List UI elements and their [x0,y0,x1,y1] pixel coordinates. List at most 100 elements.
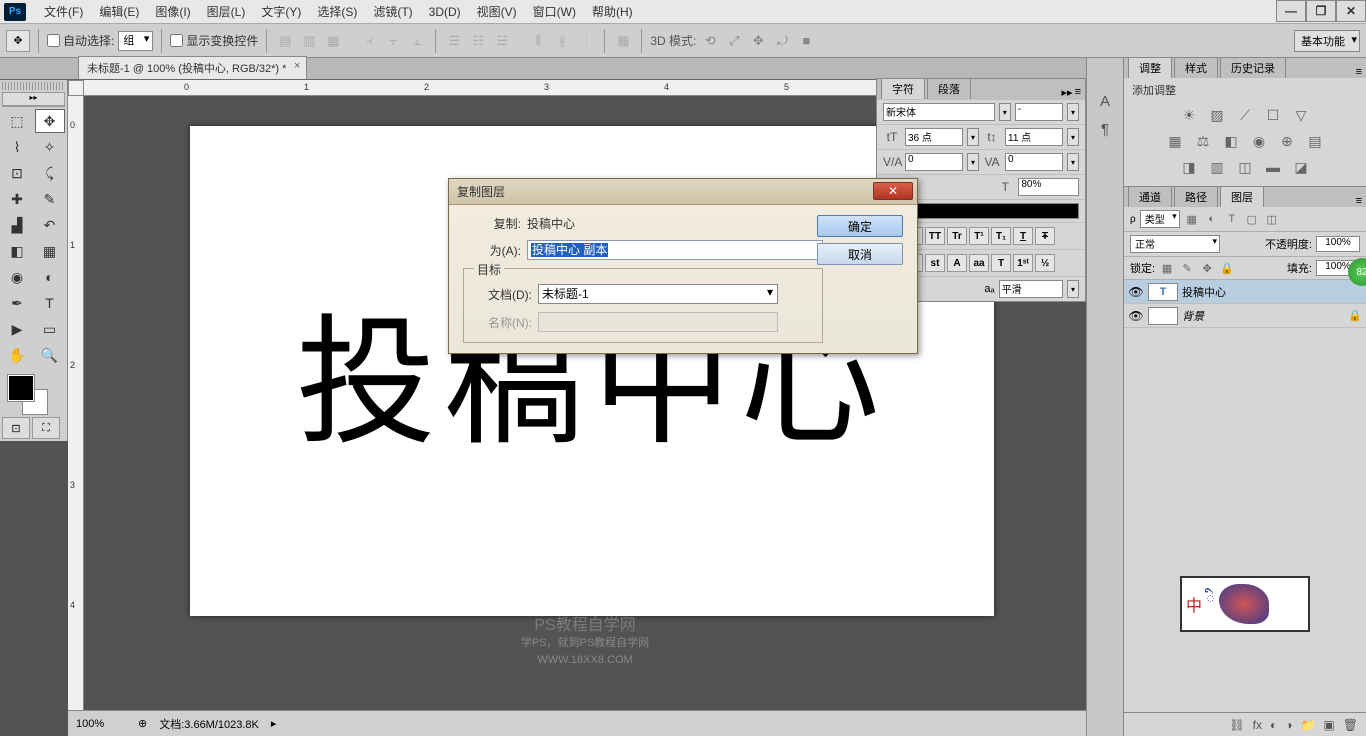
eyedropper-tool[interactable]: ⤹ [35,161,65,185]
brush-tool[interactable]: ✎ [35,187,65,211]
levels-icon[interactable]: ▨ [1207,106,1227,124]
lookup-icon[interactable]: ▤ [1305,132,1325,150]
brightness-icon[interactable]: ☀ [1179,106,1199,124]
layer-name[interactable]: 背景 [1182,308,1204,324]
screenmode-icon[interactable]: ⛶ [32,417,60,439]
tab-character[interactable]: 字符 [881,78,925,99]
workspace-select[interactable]: 基本功能 [1294,30,1360,52]
tab-history[interactable]: 历史记录 [1220,57,1286,78]
mode3d-icon[interactable]: ■ [796,31,816,51]
balance-icon[interactable]: ⚖ [1193,132,1213,150]
tab-layers[interactable]: 图层 [1220,186,1264,207]
layer-thumb[interactable]: T [1148,283,1178,301]
menu-type[interactable]: 文字(Y) [253,0,309,23]
threshold-icon[interactable]: ◫ [1235,158,1255,176]
hand-tool[interactable]: ✋ [2,343,32,367]
ot-titl-btn[interactable]: T [991,254,1011,272]
menu-help[interactable]: 帮助(H) [584,0,641,23]
doc-select[interactable]: 未标题-1 [538,284,778,304]
dropdown-icon[interactable]: ▾ [1067,153,1079,171]
menu-select[interactable]: 选择(S) [309,0,365,23]
curves-icon[interactable]: ⟋ [1235,106,1255,124]
layer-item[interactable]: 👁 背景 🔒 [1124,304,1366,328]
dialog-title[interactable]: 复制图层 ✕ [449,179,917,205]
document-tab[interactable]: 未标题-1 @ 100% (投稿中心, RGB/32*) * [78,56,307,79]
font-size-input[interactable]: 36 点 [905,128,963,146]
shape-tool[interactable]: ▭ [35,317,65,341]
tracking-input[interactable]: 0 [1005,153,1063,171]
lock-pos-icon[interactable]: ✥ [1199,260,1215,276]
mode3d-icon[interactable]: ✥ [748,31,768,51]
zoom-tool[interactable]: 🔍 [35,343,65,367]
crop-tool[interactable]: ⊡ [2,161,32,185]
menu-filter[interactable]: 滤镜(T) [365,0,420,23]
text-color-swatch[interactable] [916,203,1079,219]
adjustment-icon[interactable]: ◑ [1285,718,1292,732]
leading-input[interactable]: 11 点 [1005,128,1063,146]
dropdown-icon[interactable]: ▾ [967,153,979,171]
wand-tool[interactable]: ✧ [35,135,65,159]
visibility-icon[interactable]: 👁 [1128,285,1144,299]
tab-paragraph[interactable]: 段落 [927,78,971,99]
history-brush-tool[interactable]: ↶ [35,213,65,237]
stamp-tool[interactable]: ▟ [2,213,32,237]
mixer-icon[interactable]: ⊕ [1277,132,1297,150]
photo-filter-icon[interactable]: ◉ [1249,132,1269,150]
toolbox-handle[interactable] [2,82,65,90]
underline-btn[interactable]: T [1013,227,1033,245]
window-close[interactable]: ✕ [1336,0,1366,22]
menu-layer[interactable]: 图层(L) [199,0,254,23]
dropdown-icon[interactable]: ▾ [999,103,1011,121]
pen-tool[interactable]: ✒ [2,291,32,315]
ot-salt-btn[interactable]: aa [969,254,989,272]
menu-file[interactable]: 文件(F) [36,0,91,23]
type-tool[interactable]: T [35,291,65,315]
font-style-select[interactable]: - [1015,103,1063,121]
auto-select-check[interactable]: 自动选择: [47,32,114,49]
opacity-input[interactable]: 100% [1316,236,1360,252]
hue-icon[interactable]: ▦ [1165,132,1185,150]
mask-icon[interactable]: ◐ [1270,718,1277,732]
panel-collapse-icon[interactable]: ▸▸ [1062,86,1073,99]
scale-input[interactable]: 80% [1018,178,1079,196]
menu-3d[interactable]: 3D(D) [421,2,469,22]
dodge-tool[interactable]: ◐ [35,265,65,289]
lasso-tool[interactable]: ⌇ [2,135,32,159]
show-transform-check[interactable]: 显示变换控件 [170,32,258,49]
posterize-icon[interactable]: ▥ [1207,158,1227,176]
invert-icon[interactable]: ◨ [1179,158,1199,176]
cancel-button[interactable]: 取消 [817,243,903,265]
marquee-tool[interactable]: ⬚ [2,109,32,133]
kerning-input[interactable]: 0 [905,153,963,171]
path-select-tool[interactable]: ▶ [2,317,32,341]
filter-smart-icon[interactable]: ◫ [1264,211,1280,227]
ot-ordn-btn[interactable]: 1ˢᵗ [1013,254,1033,272]
superscript-btn[interactable]: T¹ [969,227,989,245]
as-input[interactable]: 投稿中心 副本 [527,240,823,260]
dropdown-icon[interactable]: ▾ [1067,103,1079,121]
quickmask-icon[interactable]: ⊡ [2,417,30,439]
bw-icon[interactable]: ◧ [1221,132,1241,150]
navigator-preview[interactable]: 中 ི [1180,576,1310,632]
ot-dlig-btn[interactable]: st [925,254,945,272]
status-menu-icon[interactable]: ▸ [271,717,277,730]
blend-mode-select[interactable]: 正常 [1130,235,1220,253]
blur-tool[interactable]: ◉ [2,265,32,289]
allcaps-btn[interactable]: TT [925,227,945,245]
menu-edit[interactable]: 编辑(E) [91,0,147,23]
lock-all-icon[interactable]: 🔒 [1219,260,1235,276]
ot-frac-btn[interactable]: ½ [1035,254,1055,272]
vibrance-icon[interactable]: ▽ [1291,106,1311,124]
lock-paint-icon[interactable]: ✎ [1179,260,1195,276]
group-icon[interactable]: 📁 [1300,718,1315,732]
dropdown-icon[interactable]: ▾ [1067,280,1079,298]
move-tool-icon[interactable]: ✥ [6,30,30,52]
ok-button[interactable]: 确定 [817,215,903,237]
move-tool[interactable]: ✥ [35,109,65,133]
link-icon[interactable]: ⛓ [1229,718,1244,732]
ruler-vertical[interactable]: 0 1 2 3 4 [68,96,84,710]
mode3d-icon[interactable]: ⟲ [700,31,720,51]
aa-select[interactable]: 平滑 [999,280,1063,298]
fg-color-swatch[interactable] [8,375,34,401]
tab-paths[interactable]: 路径 [1174,186,1218,207]
